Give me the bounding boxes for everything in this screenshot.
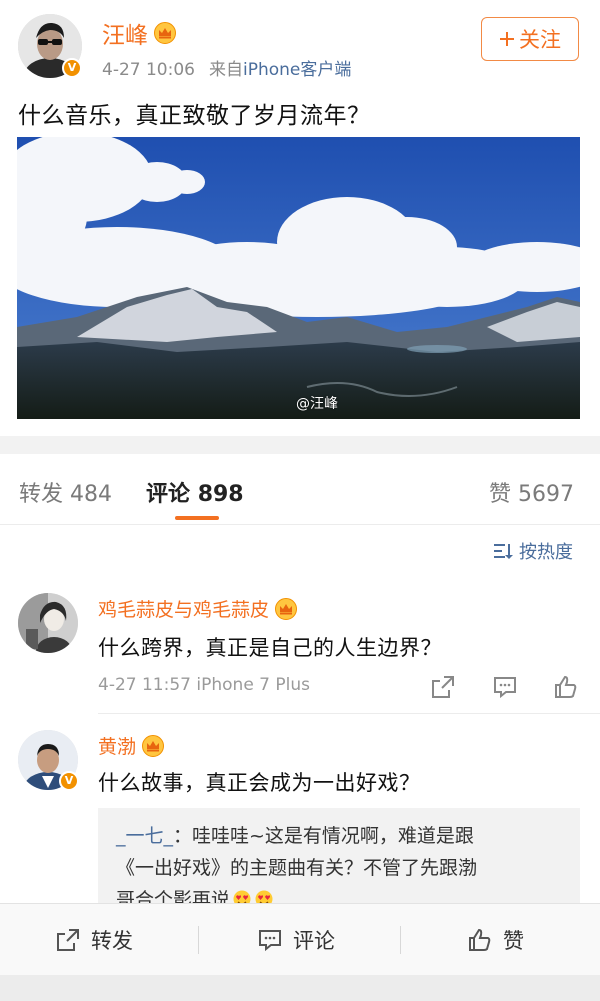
sub-reply-line: _一七_：哇哇哇~这是有情况啊，难道是跟 [116, 820, 562, 852]
bottom-comment-button[interactable]: 评论 [257, 904, 335, 976]
like-icon[interactable] [553, 674, 579, 700]
author-name[interactable]: 汪峰 [102, 16, 176, 50]
post-text: 什么音乐，真正致敬了岁月流年？ [18, 103, 371, 129]
tab-comment-count: 898 [197, 482, 244, 507]
comment-author-name: 黄渤 [98, 736, 137, 758]
sort-label: 按热度 [519, 542, 573, 563]
author-name-text: 汪峰 [102, 23, 148, 49]
share-icon[interactable] [430, 674, 456, 700]
comment-author-name: 鸡毛蒜皮与鸡毛蒜皮 [98, 599, 270, 621]
bottom-like-button[interactable]: 赞 [467, 904, 524, 976]
bottom-safe-area [0, 975, 600, 1001]
sort-icon [494, 544, 513, 559]
tab-like-label: 赞 [489, 482, 512, 507]
bottom-repost-label: 转发 [91, 929, 133, 953]
follow-button[interactable]: 关注 [481, 17, 579, 61]
post-image[interactable]: @汪峰 [17, 137, 580, 419]
crown-icon [154, 22, 176, 44]
bottom-bar-separator [400, 926, 401, 954]
tab-repost[interactable]: 转发 484 [19, 476, 112, 508]
verified-badge-icon: V [62, 58, 82, 78]
sub-reply-text-1: ：哇哇哇~这是有情况啊，难道是跟 [173, 825, 474, 847]
repost-icon [57, 929, 79, 951]
weibo-post-page: V 汪峰 4-27 10:06 来自iPhone客户端 关注 什么音乐，真正致敬了… [0, 0, 600, 1001]
comment-text: 什么跨界，真正是自己的人生边界？ [98, 636, 442, 660]
tab-like-count: 5697 [518, 482, 575, 507]
post-source-link[interactable]: iPhone客户端 [243, 60, 351, 80]
bottom-comment-label: 评论 [293, 929, 335, 953]
bottom-bar-separator [198, 926, 199, 954]
tab-divider [0, 524, 600, 525]
tab-repost-count: 484 [70, 482, 113, 507]
sort-by-hot-button[interactable]: 按热度 [493, 538, 573, 564]
bottom-like-label: 赞 [503, 929, 524, 953]
comment-device: iPhone 7 Plus [196, 675, 311, 695]
comment-icon [259, 930, 281, 952]
image-watermark: @汪峰 [296, 396, 338, 412]
post-meta: 4-27 10:06 来自iPhone客户端 [102, 55, 351, 80]
crown-icon [142, 734, 165, 757]
comment-text: 什么故事，真正会成为一出好戏？ [98, 771, 421, 795]
tab-repost-label: 转发 [19, 482, 64, 507]
tab-comment[interactable]: 评论 898 [146, 476, 244, 508]
post-source-prefix: 来自 [208, 60, 243, 80]
sub-reply-user[interactable]: _一七_ [116, 825, 173, 847]
verified-badge-icon: V [59, 771, 79, 791]
tab-comment-label: 评论 [146, 482, 191, 507]
tab-like[interactable]: 赞 5697 [489, 476, 574, 508]
like-icon [469, 928, 491, 951]
crown-icon [275, 597, 298, 620]
reply-icon[interactable] [492, 674, 518, 700]
comment-divider [98, 713, 600, 714]
bottom-repost-button[interactable]: 转发 [55, 904, 133, 976]
bottom-action-bar: 转发 评论 赞 [0, 903, 600, 975]
sub-reply[interactable]: _一七_：哇哇哇~这是有情况啊，难道是跟 《一出好戏》的主题曲有关？不管了先跟渤… [98, 808, 580, 918]
comment-avatar[interactable] [18, 593, 78, 653]
post-date: 4-27 10:06 [102, 60, 195, 80]
section-separator [0, 436, 600, 454]
follow-label: 关注 [519, 28, 561, 52]
active-tab-indicator [175, 516, 219, 520]
plus-icon [500, 32, 514, 46]
comment-meta: 4-27 11:57 iPhone 7 Plus [98, 675, 310, 695]
comment-author[interactable]: 鸡毛蒜皮与鸡毛蒜皮 [98, 595, 298, 622]
sub-reply-line: 《一出好戏》的主题曲有关？不管了先跟渤 [116, 857, 478, 879]
comment-date: 4-27 11:57 [98, 675, 191, 695]
comment-author[interactable]: 黄渤 [98, 732, 165, 759]
